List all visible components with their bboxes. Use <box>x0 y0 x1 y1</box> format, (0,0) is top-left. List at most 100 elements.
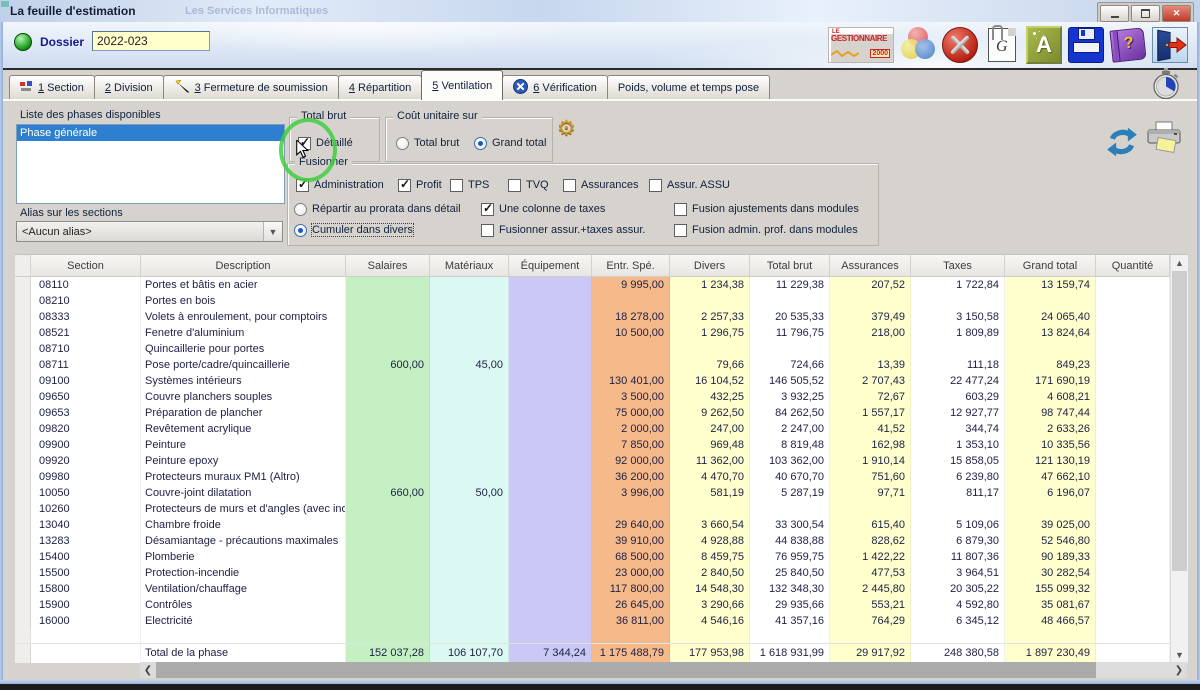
table-row-09980[interactable]: 09980Protecteurs muraux PM1 (Altro)36 20… <box>15 469 1170 485</box>
table-row-10260[interactable]: 10260Protecteurs de murs et d'angles (av… <box>15 501 1170 517</box>
table-row-10050[interactable]: 10050Couvre-joint dilatation660,0050,003… <box>15 485 1170 501</box>
gear-icon[interactable]: ⚙ <box>557 118 576 139</box>
horizontal-scroll-thumb[interactable] <box>156 662 1096 678</box>
column-header-divers[interactable]: Divers <box>670 255 750 276</box>
dossier-input[interactable] <box>92 31 210 51</box>
tab-label: 6 Vérification <box>533 82 597 94</box>
document-g-icon[interactable]: G <box>984 27 1020 63</box>
vertical-scroll-thumb[interactable] <box>1172 271 1187 571</box>
checkbox-profit[interactable]: Profit <box>398 178 442 192</box>
phases-listbox[interactable]: Phase générale <box>16 124 285 204</box>
table-row-09653[interactable]: 09653Préparation de plancher75 000,009 2… <box>15 405 1170 421</box>
maximize-button[interactable] <box>1131 5 1160 22</box>
column-header-salaires[interactable]: Salaires <box>346 255 430 276</box>
table-row-09100[interactable]: 09100Systèmes intérieurs130 401,0016 104… <box>15 373 1170 389</box>
column-header-total-brut[interactable]: Total brut <box>750 255 830 276</box>
help-book-icon[interactable]: ? <box>1110 27 1146 63</box>
list-item-phase-generale[interactable]: Phase générale <box>17 125 284 141</box>
tab-2-division[interactable]: 2 Division <box>94 75 164 100</box>
checkbox-une-colonne-de-taxes[interactable]: Une colonne de taxes <box>481 202 605 216</box>
column-header-section[interactable]: Section <box>31 255 141 276</box>
checkbox-fusionner-assur-taxes-assur[interactable]: Fusionner assur.+taxes assur. <box>481 223 645 237</box>
radio-repartir-au-prorata-dans-detail[interactable]: Répartir au prorata dans détail <box>294 202 461 216</box>
table-row-13040[interactable]: 13040Chambre froide29 640,003 660,5433 3… <box>15 517 1170 533</box>
table-row-09900[interactable]: 09900Peinture7 850,00969,488 819,48162,9… <box>15 437 1170 453</box>
tools-icon[interactable] <box>942 27 978 63</box>
scroll-down-icon[interactable]: ▼ <box>1171 647 1188 663</box>
column-header-taxes[interactable]: Taxes <box>911 255 1005 276</box>
checkbox-fusion-admin-prof-dans-modules[interactable]: Fusion admin. prof. dans modules <box>674 223 858 237</box>
table-row-08210[interactable]: 08210Portes en bois <box>15 293 1170 309</box>
chevron-down-icon[interactable]: ▼ <box>263 222 282 241</box>
table-row-15500[interactable]: 15500Protection-incendie23 000,002 840,5… <box>15 565 1170 581</box>
radio-total-brut[interactable]: Total brut <box>396 136 459 150</box>
table-row-16000[interactable]: 16000Electricité36 811,004 546,1641 357,… <box>15 613 1170 629</box>
cell <box>509 277 592 293</box>
cell <box>346 309 430 325</box>
cell: 1 296,75 <box>670 325 750 341</box>
table-row-09920[interactable]: 09920Peinture epoxy92 000,0011 362,00103… <box>15 453 1170 469</box>
table-row-13283[interactable]: 13283Désamiantage - précautions maximale… <box>15 533 1170 549</box>
minimize-button[interactable] <box>1100 5 1129 22</box>
radio-grand-total[interactable]: Grand total <box>474 136 546 150</box>
vertical-scroll-track[interactable] <box>1171 571 1188 647</box>
table-row-15400[interactable]: 15400Plomberie68 500,008 459,7576 959,75… <box>15 549 1170 565</box>
cell: 10050 <box>31 485 141 501</box>
checkbox-assurances[interactable]: Assurances <box>563 178 638 192</box>
cell: 20 535,33 <box>750 309 830 325</box>
cell: 97,71 <box>830 485 911 501</box>
checkbox-tvq[interactable]: TVQ <box>508 178 549 192</box>
column-header-quantite[interactable]: Quantité <box>1096 255 1170 276</box>
checkbox-tps[interactable]: TPS <box>450 178 489 192</box>
cell <box>509 437 592 453</box>
alias-value: <Aucun alias> <box>17 226 263 238</box>
column-header-description[interactable]: Description <box>141 255 346 276</box>
table-total-row[interactable]: Total de la phase152 037,28106 107,707 3… <box>15 643 1170 663</box>
table-row-08333[interactable]: 08333Volets à enroulement, pour comptoir… <box>15 309 1170 325</box>
table-row-09650[interactable]: 09650Couvre planchers souples3 500,00432… <box>15 389 1170 405</box>
vertical-scrollbar[interactable]: ▲ ▼ <box>1170 255 1188 663</box>
table-row-08110[interactable]: 08110Portes et bâtis en acier9 995,001 2… <box>15 277 1170 293</box>
tab-4-repartition[interactable]: 4 Répartition <box>338 75 422 100</box>
minimize-icon <box>1111 16 1119 18</box>
close-button[interactable]: ✕ <box>1162 5 1191 22</box>
tab-6-verification[interactable]: 6 Vérification <box>502 75 608 100</box>
tab-3-fermeture-de-soumission[interactable]: 3 Fermeture de soumission <box>163 75 339 100</box>
checkbox-fusion-ajustements-dans-modules[interactable]: Fusion ajustements dans modules <box>674 202 859 216</box>
exit-icon[interactable] <box>1152 27 1188 63</box>
letter-a-icon[interactable]: A <box>1026 27 1062 63</box>
table-row-08710[interactable]: 08710Quincaillerie pour portes <box>15 341 1170 357</box>
cell: 1 809,89 <box>911 325 1005 341</box>
column-header-assurances[interactable]: Assurances <box>830 255 911 276</box>
tab-5-ventilation[interactable]: 5 Ventilation <box>421 70 503 100</box>
column-header-equipement[interactable]: Équipement <box>509 255 592 276</box>
column-header-grand-total[interactable]: Grand total <box>1005 255 1096 276</box>
horizontal-scroll-track[interactable] <box>1096 662 1171 678</box>
table-row-15900[interactable]: 15900Contrôles26 645,003 290,6629 935,66… <box>15 597 1170 613</box>
checkbox-assur-assu[interactable]: Assur. ASSU <box>649 178 730 192</box>
table-row-08711[interactable]: 08711Pose porte/cadre/quincaillerie600,0… <box>15 357 1170 373</box>
gestionnaire-logo[interactable]: LE GESTIONNAIRE 2000 <box>828 27 894 63</box>
horizontal-scrollbar[interactable]: ❮ ❯ <box>140 662 1187 678</box>
checkbox-icon <box>649 179 662 192</box>
colors-icon[interactable] <box>900 27 936 63</box>
table-row-08521[interactable]: 08521Fenetre d'aluminium10 500,001 296,7… <box>15 325 1170 341</box>
scroll-up-icon[interactable]: ▲ <box>1171 255 1188 271</box>
refresh-icon[interactable] <box>1105 125 1139 159</box>
alias-combobox[interactable]: <Aucun alias> ▼ <box>16 221 283 242</box>
table-row-15800[interactable]: 15800Ventilation/chauffage117 800,0014 5… <box>15 581 1170 597</box>
table-row-09820[interactable]: 09820Revêtement acrylique2 000,00247,002… <box>15 421 1170 437</box>
column-header-entr-spe[interactable]: Entr. Spé. <box>592 255 670 276</box>
radio-cumuler-dans-divers[interactable]: Cumuler dans divers <box>294 223 413 237</box>
scroll-left-icon[interactable]: ❮ <box>140 662 156 678</box>
save-icon[interactable] <box>1068 27 1104 63</box>
checkbox-icon <box>450 179 463 192</box>
column-header-materiaux[interactable]: Matériaux <box>430 255 509 276</box>
tab-1-section[interactable]: 1 Section <box>9 75 95 100</box>
tab-poids-volume-et-temps-pose[interactable]: Poids, volume et temps pose <box>607 75 770 100</box>
cell <box>346 293 430 309</box>
scroll-right-icon[interactable]: ❯ <box>1171 662 1187 678</box>
print-icon[interactable] <box>1144 120 1184 158</box>
cell: 41 357,16 <box>750 613 830 629</box>
cell: Total de la phase <box>141 644 346 663</box>
